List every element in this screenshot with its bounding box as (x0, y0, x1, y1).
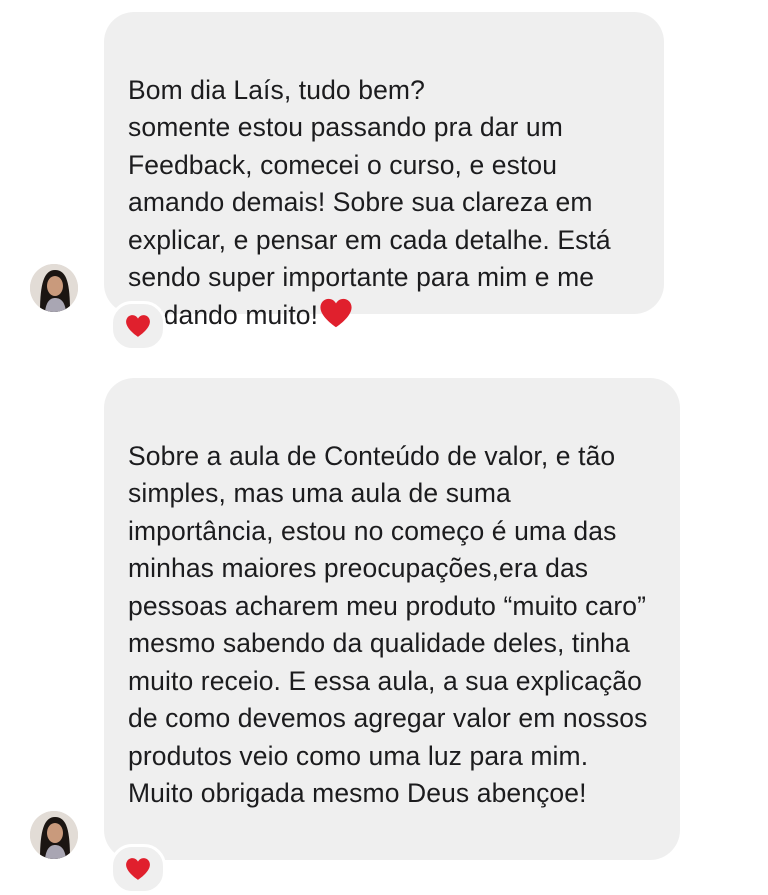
sender-avatar[interactable] (30, 264, 78, 312)
message-text: Sobre a aula de Conteúdo de valor, e tão… (128, 440, 648, 809)
message-bubble[interactable]: Bom dia Laís, tudo bem? somente estou pa… (104, 12, 664, 330)
heart-icon (126, 858, 150, 880)
reaction-heart-button[interactable] (110, 301, 166, 351)
avatar-photo-icon (30, 264, 78, 312)
sender-avatar[interactable] (30, 811, 78, 859)
message-text: Bom dia Laís, tudo bem? somente estou pa… (128, 74, 611, 330)
message-bubble[interactable]: Sobre a aula de Conteúdo de valor, e tão… (104, 378, 680, 860)
heart-icon (126, 315, 150, 337)
reaction-heart-button[interactable] (110, 844, 166, 894)
avatar-photo-icon (30, 811, 78, 859)
heart-icon (320, 298, 352, 327)
